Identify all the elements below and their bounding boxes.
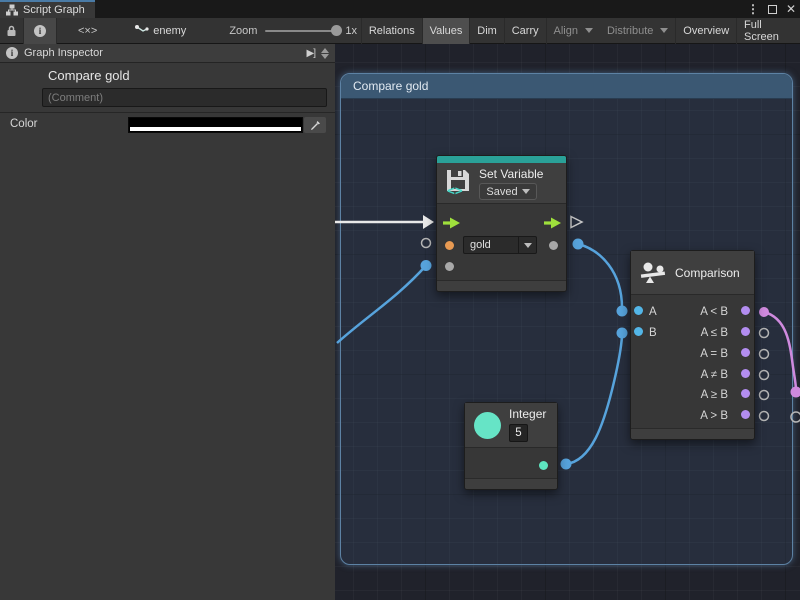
section-divider xyxy=(0,112,335,113)
distribute-dropdown[interactable]: Distribute xyxy=(600,18,675,44)
graph-title: Compare gold xyxy=(48,68,130,83)
output-a-gte-b-port[interactable] xyxy=(741,389,750,398)
node-header[interactable]: Comparison xyxy=(631,251,754,295)
chevron-down-icon xyxy=(585,28,593,33)
zoom-value: 1x xyxy=(345,25,357,37)
graph-inspector-panel: i Graph Inspector ▶] Compare gold Color xyxy=(0,44,335,600)
output-label: A < B xyxy=(700,306,728,318)
close-icon[interactable]: ✕ xyxy=(786,0,796,18)
flow-out-port[interactable] xyxy=(544,217,562,229)
variable-name-dropdown[interactable]: gold xyxy=(463,236,537,254)
dropdown-arrow xyxy=(518,237,536,253)
value-out-port[interactable] xyxy=(549,241,558,250)
zoom-slider-handle[interactable] xyxy=(331,25,342,36)
group-label: Compare gold xyxy=(353,79,428,93)
align-label: Align xyxy=(553,25,577,37)
graph-ref-label: enemy xyxy=(153,25,186,37)
output-a-eq-b-port[interactable] xyxy=(741,348,750,357)
chevron-down-icon xyxy=(660,28,668,33)
input-b-port[interactable] xyxy=(634,327,643,336)
relations-button[interactable]: Relations xyxy=(362,18,422,44)
graph-breadcrumb[interactable]: enemy xyxy=(128,18,193,44)
carry-button[interactable]: Carry xyxy=(505,18,546,44)
integer-value-field[interactable]: 5 xyxy=(509,424,528,442)
lock-button[interactable] xyxy=(0,18,23,44)
variable-kind-bar xyxy=(437,156,566,163)
flow-in-port[interactable] xyxy=(443,217,461,229)
scope-label: Saved xyxy=(486,186,517,198)
node-header[interactable]: <> Set Variable Saved xyxy=(437,163,566,204)
graph-toolbar: i <×> enemy Zoom 1x Relations Values Dim… xyxy=(0,18,800,44)
code-preview-button[interactable]: <×> xyxy=(71,18,104,44)
overview-button[interactable]: Overview xyxy=(676,18,736,44)
node-header[interactable]: Integer 5 xyxy=(465,403,557,448)
lock-icon xyxy=(6,25,17,37)
info-icon: i xyxy=(6,47,18,59)
group-header[interactable]: Compare gold xyxy=(341,74,792,99)
dim-button[interactable]: Dim xyxy=(470,18,504,44)
output-label: A ≥ B xyxy=(701,389,728,401)
integer-literal-icon xyxy=(474,412,501,439)
output-label: A > B xyxy=(700,410,728,422)
output-a-less-b-port[interactable] xyxy=(741,306,750,315)
align-dropdown[interactable]: Align xyxy=(546,18,599,44)
script-graph-icon xyxy=(6,4,18,16)
color-swatch[interactable] xyxy=(128,117,303,133)
output-label: A = B xyxy=(700,348,728,360)
node-integer[interactable]: Integer 5 xyxy=(464,402,558,490)
node-comparison[interactable]: Comparison A A < B B A ≤ B A = B A ≠ B xyxy=(630,250,755,440)
node-title: Set Variable xyxy=(479,167,543,181)
inspector-title: Graph Inspector xyxy=(24,47,103,59)
window-tab-bar: Script Graph ⋮ ✕ xyxy=(0,0,800,18)
dock-panel-icon[interactable]: ▶] xyxy=(307,48,315,59)
input-a-port[interactable] xyxy=(634,306,643,315)
window-controls: ⋮ ✕ xyxy=(747,0,796,18)
output-a-neq-b-port[interactable] xyxy=(741,369,750,378)
variable-name-value: gold xyxy=(464,237,518,253)
unity-script-graph-window: Script Graph ⋮ ✕ i <×> enemy xyxy=(0,0,800,600)
output-label: A ≤ B xyxy=(701,327,728,339)
output-a-gt-b-port[interactable] xyxy=(741,410,750,419)
color-field-label: Color xyxy=(10,118,37,130)
tab-label: Script Graph xyxy=(23,4,85,16)
info-icon: i xyxy=(34,25,46,37)
output-a-lte-b-port[interactable] xyxy=(741,327,750,336)
code-icon: <×> xyxy=(78,25,97,37)
color-alpha-bar xyxy=(130,127,301,131)
svg-text:<>: <> xyxy=(447,184,463,197)
integer-out-port[interactable] xyxy=(539,461,548,470)
input-b-label: B xyxy=(649,327,657,339)
comparison-scale-icon xyxy=(639,259,667,287)
variable-name-port[interactable] xyxy=(445,241,454,250)
distribute-label: Distribute xyxy=(607,25,653,37)
values-button[interactable]: Values xyxy=(423,18,470,44)
input-a-label: A xyxy=(649,306,657,318)
inspector-header: i Graph Inspector ▶] xyxy=(0,44,335,63)
save-variable-icon: <> xyxy=(443,167,473,197)
eyedropper-button[interactable] xyxy=(304,117,326,133)
output-label: A ≠ B xyxy=(701,369,728,381)
node-set-variable[interactable]: <> Set Variable Saved gold xyxy=(436,155,567,292)
inspector-toggle-button[interactable]: i xyxy=(23,18,57,44)
panel-spinner[interactable] xyxy=(321,48,329,59)
node-title: Comparison xyxy=(675,266,740,280)
value-in-port[interactable] xyxy=(445,262,454,271)
graph-icon xyxy=(135,25,149,36)
zoom-slider[interactable] xyxy=(265,30,339,32)
node-title: Integer xyxy=(509,407,546,421)
tab-script-graph[interactable]: Script Graph xyxy=(0,0,95,18)
eyedropper-icon xyxy=(310,120,321,131)
node-footer xyxy=(465,478,557,489)
maximize-icon[interactable] xyxy=(768,5,777,14)
chevron-down-icon xyxy=(522,189,530,194)
zoom-label: Zoom xyxy=(229,25,257,37)
comment-input[interactable] xyxy=(42,88,327,107)
variable-scope-dropdown[interactable]: Saved xyxy=(479,183,537,200)
fullscreen-button[interactable]: Full Screen xyxy=(737,18,800,44)
node-footer xyxy=(631,428,754,439)
graph-canvas[interactable]: Compare gold xyxy=(335,44,800,600)
window-menu-icon[interactable]: ⋮ xyxy=(747,0,759,18)
node-footer xyxy=(437,280,566,291)
